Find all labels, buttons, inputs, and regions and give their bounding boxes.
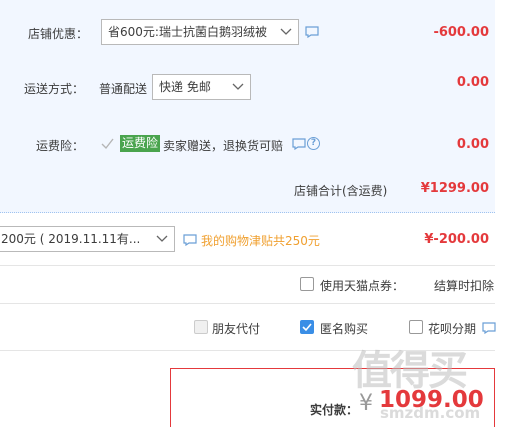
insurance-row: 运费险： 运费险 卖家赠送，退换货可赔 ? 0.00 — [0, 132, 495, 158]
watermark-url: smzdm.com — [380, 404, 481, 422]
insurance-tag: 运费险 — [120, 135, 161, 152]
coupon-row: 200元 ( 2019.11.11有... 我的购物津贴共250元 ¥-200.… — [0, 226, 495, 254]
anonymous-checkbox[interactable] — [300, 320, 314, 334]
tmall-points-checkbox[interactable] — [300, 277, 314, 291]
chat-icon[interactable] — [183, 234, 197, 246]
installment-label: 花呗分期 — [428, 322, 477, 336]
checkmark-icon — [302, 323, 312, 332]
anonymous-label: 匿名购买 — [320, 322, 369, 336]
chevron-down-icon — [280, 28, 292, 35]
chat-icon[interactable] — [292, 138, 306, 150]
shipping-select[interactable]: 快递 免邮 — [152, 74, 251, 100]
friend-pay-checkbox[interactable] — [194, 320, 208, 334]
divider — [0, 265, 495, 266]
insurance-amount: 0.00 — [456, 137, 489, 152]
shipping-row: 运送方式： 普通配送 快递 免邮 0.00 — [0, 72, 495, 102]
chevron-down-icon — [156, 235, 168, 242]
payment-label: 实付款： — [310, 403, 359, 417]
coupon-select[interactable]: 200元 ( 2019.11.11有... — [0, 226, 175, 252]
tmall-points-label: 使用天猫点券： — [320, 279, 405, 293]
installment-checkbox[interactable] — [409, 320, 423, 334]
insurance-text: 卖家赠送，退换货可赔 — [163, 139, 284, 153]
shipping-value: 快递 免邮 — [159, 80, 211, 94]
divider — [0, 303, 495, 304]
shop-discount-select[interactable]: 省600元:瑞士抗菌白鹅羽绒被 — [101, 19, 299, 45]
shop-discount-value: 省600元:瑞士抗菌白鹅羽绒被 — [108, 25, 267, 39]
chevron-down-icon — [232, 83, 244, 90]
options-row: 朋友代付 匿名购买 花呗分期 — [0, 318, 496, 338]
chat-icon[interactable] — [482, 322, 496, 334]
shop-discount-row: 店铺优惠： 省600元:瑞士抗菌白鹅羽绒被 -600.00 — [0, 18, 495, 48]
tmall-points-note: 结算时扣除 — [434, 279, 495, 293]
shop-discount-amount: -600.00 — [433, 25, 489, 40]
insurance-label: 运费险： — [35, 139, 84, 153]
help-icon[interactable]: ? — [307, 137, 320, 150]
friend-pay-label: 朋友代付 — [212, 322, 261, 336]
watermark-logo: 值得买 — [352, 348, 468, 394]
chat-icon[interactable] — [305, 26, 319, 38]
coupon-value: 200元 ( 2019.11.11有... — [1, 232, 141, 246]
shop-discount-label: 店铺优惠： — [27, 27, 88, 41]
allowance-text: 我的购物津贴共250元 — [201, 234, 320, 248]
coupon-amount: ¥-200.00 — [424, 232, 489, 247]
tmall-points-row: 使用天猫点券： 结算时扣除 — [0, 275, 495, 295]
shipping-amount: 0.00 — [456, 75, 489, 90]
shipping-label: 运送方式： — [23, 82, 84, 96]
shop-total-amount: ¥1299.00 — [420, 181, 489, 196]
shop-total-row: 店铺合计(含运费) ¥1299.00 — [0, 180, 495, 200]
checkmark-icon — [101, 138, 114, 150]
shop-total-label: 店铺合计(含运费) — [294, 184, 388, 198]
shipping-method-text: 普通配送 — [99, 82, 148, 96]
